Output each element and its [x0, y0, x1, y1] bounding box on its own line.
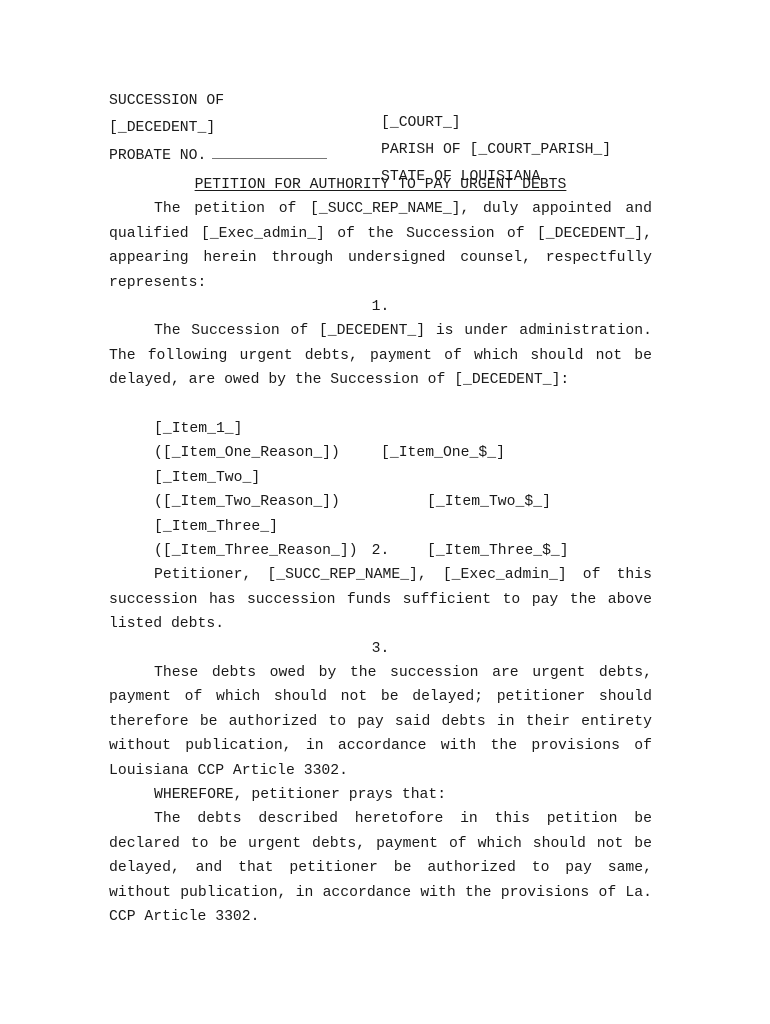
prayer-paragraph: The debts described heretofore in this p…	[109, 811, 652, 926]
debt-item-reason: ([_Item_Three_Reason_])	[154, 543, 358, 560]
debt-item-reason-row: ([_Item_One_Reason_])	[109, 417, 652, 461]
petition-body: PETITION FOR AUTHORITY TO PAY URGENT DEB…	[109, 173, 652, 930]
section-number: 3.	[371, 640, 390, 657]
section-paragraph: The Succession of [_DECEDENT_] is under …	[109, 323, 652, 389]
wherefore-clause: WHEREFORE, petitioner prays that:	[154, 787, 447, 804]
debt-item-reason-row: ([_Item_Three_Reason_])	[109, 515, 652, 559]
intro-paragraph: The petition of [_SUCC_REP_NAME_], duly …	[109, 201, 652, 291]
caption-row: [_DECEDENT_] PARISH OF [_COURT_PARISH_]	[109, 95, 652, 158]
probate-number: PROBATE NO.	[109, 144, 328, 167]
debt-item-amount: [_Item_Three_$_]	[427, 543, 569, 560]
section-number: 1.	[371, 299, 390, 316]
section-paragraph: These debts owed by the succession are u…	[109, 665, 652, 779]
probate-number-label: PROBATE NO.	[109, 148, 207, 164]
debt-item-row: [_Item_Two_] [_Item_Two_$_]	[109, 441, 652, 510]
document-title: PETITION FOR AUTHORITY TO PAY URGENT DEB…	[194, 177, 567, 193]
caption-row: PROBATE NO. STATE OF LOUISIANA	[109, 122, 652, 185]
debt-item-row: [_Item_1_] [_Item_One_$_]	[109, 393, 652, 461]
section-paragraph: Petitioner, [_SUCC_REP_NAME_], [_Exec_ad…	[109, 567, 652, 633]
probate-number-blank	[212, 144, 328, 159]
caption-row: SUCCESSION OF [_COURT_]	[109, 68, 652, 131]
debt-item-row: [_Item_Three_] [_Item_Three_$_]	[109, 490, 652, 559]
debt-item-reason-row: ([_Item_Two_Reason_])	[109, 466, 652, 510]
case-caption: SUCCESSION OF [_COURT_] [_DECEDENT_] PAR…	[109, 68, 652, 185]
